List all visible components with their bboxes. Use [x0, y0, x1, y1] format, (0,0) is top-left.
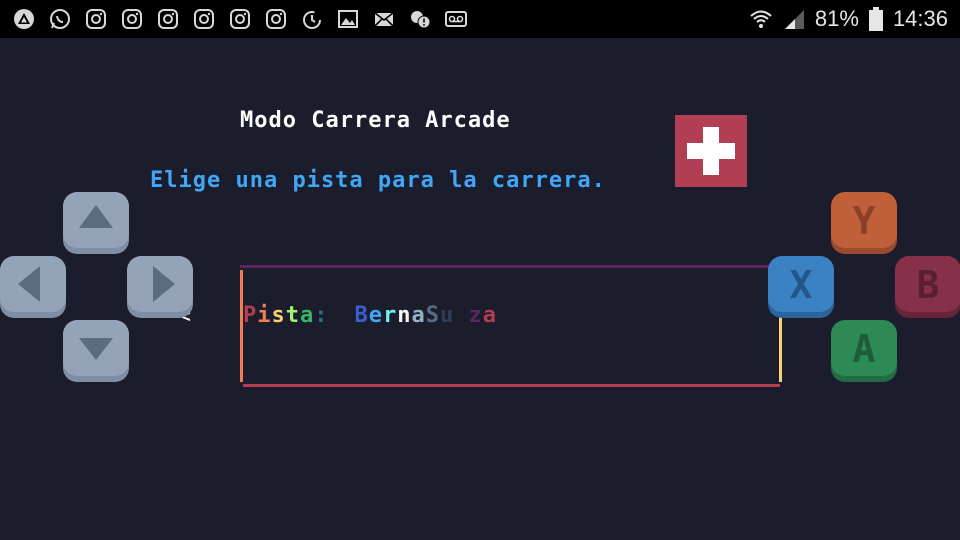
dpad-up-button[interactable] — [63, 192, 129, 258]
track-name: Berna Suiza — [354, 303, 497, 328]
system-status: 81% 14:36 — [749, 6, 960, 32]
instagram-icon — [264, 8, 287, 31]
instagram-icon — [120, 8, 143, 31]
a-label: A — [853, 327, 876, 371]
instagram-icon — [228, 8, 251, 31]
y-button[interactable]: Y — [831, 192, 897, 258]
dpad-left-button[interactable] — [0, 256, 66, 322]
affinity-icon — [12, 8, 35, 31]
track-line: Pista: Berna Suiza — [243, 303, 497, 328]
x-button[interactable]: X — [768, 256, 834, 322]
instructions-text: Elige una pista para la carrera. — [150, 168, 606, 193]
a-button[interactable]: A — [831, 320, 897, 386]
screen: 81% 14:36 Modo Carrera Arcade Elige una … — [0, 0, 960, 540]
swiss-flag-icon — [675, 115, 747, 187]
clock: 14:36 — [892, 6, 948, 31]
cell-signal-icon — [784, 10, 804, 29]
sync-icon — [300, 8, 323, 31]
whatsapp-icon — [48, 8, 71, 31]
battery-icon — [868, 7, 883, 31]
gallery-icon — [336, 8, 359, 31]
status-bar: 81% 14:36 — [0, 0, 960, 38]
wifi-icon — [750, 10, 772, 28]
y-label: Y — [853, 199, 876, 243]
b-label: B — [917, 263, 940, 307]
x-label: X — [790, 263, 813, 307]
chat-alert-icon — [408, 8, 431, 31]
track-label: Pista: — [243, 303, 329, 328]
game-title: Modo Carrera Arcade — [240, 108, 511, 133]
notification-icons — [0, 8, 467, 31]
dpad-down-button[interactable] — [63, 320, 129, 386]
instagram-icon — [84, 8, 107, 31]
b-button[interactable]: B — [895, 256, 960, 322]
voicemail-icon — [444, 8, 467, 31]
battery-percent: 81% — [814, 6, 859, 31]
instagram-icon — [192, 8, 215, 31]
dpad-right-button[interactable] — [127, 256, 193, 322]
instagram-icon — [156, 8, 179, 31]
mail-icon — [372, 8, 395, 31]
